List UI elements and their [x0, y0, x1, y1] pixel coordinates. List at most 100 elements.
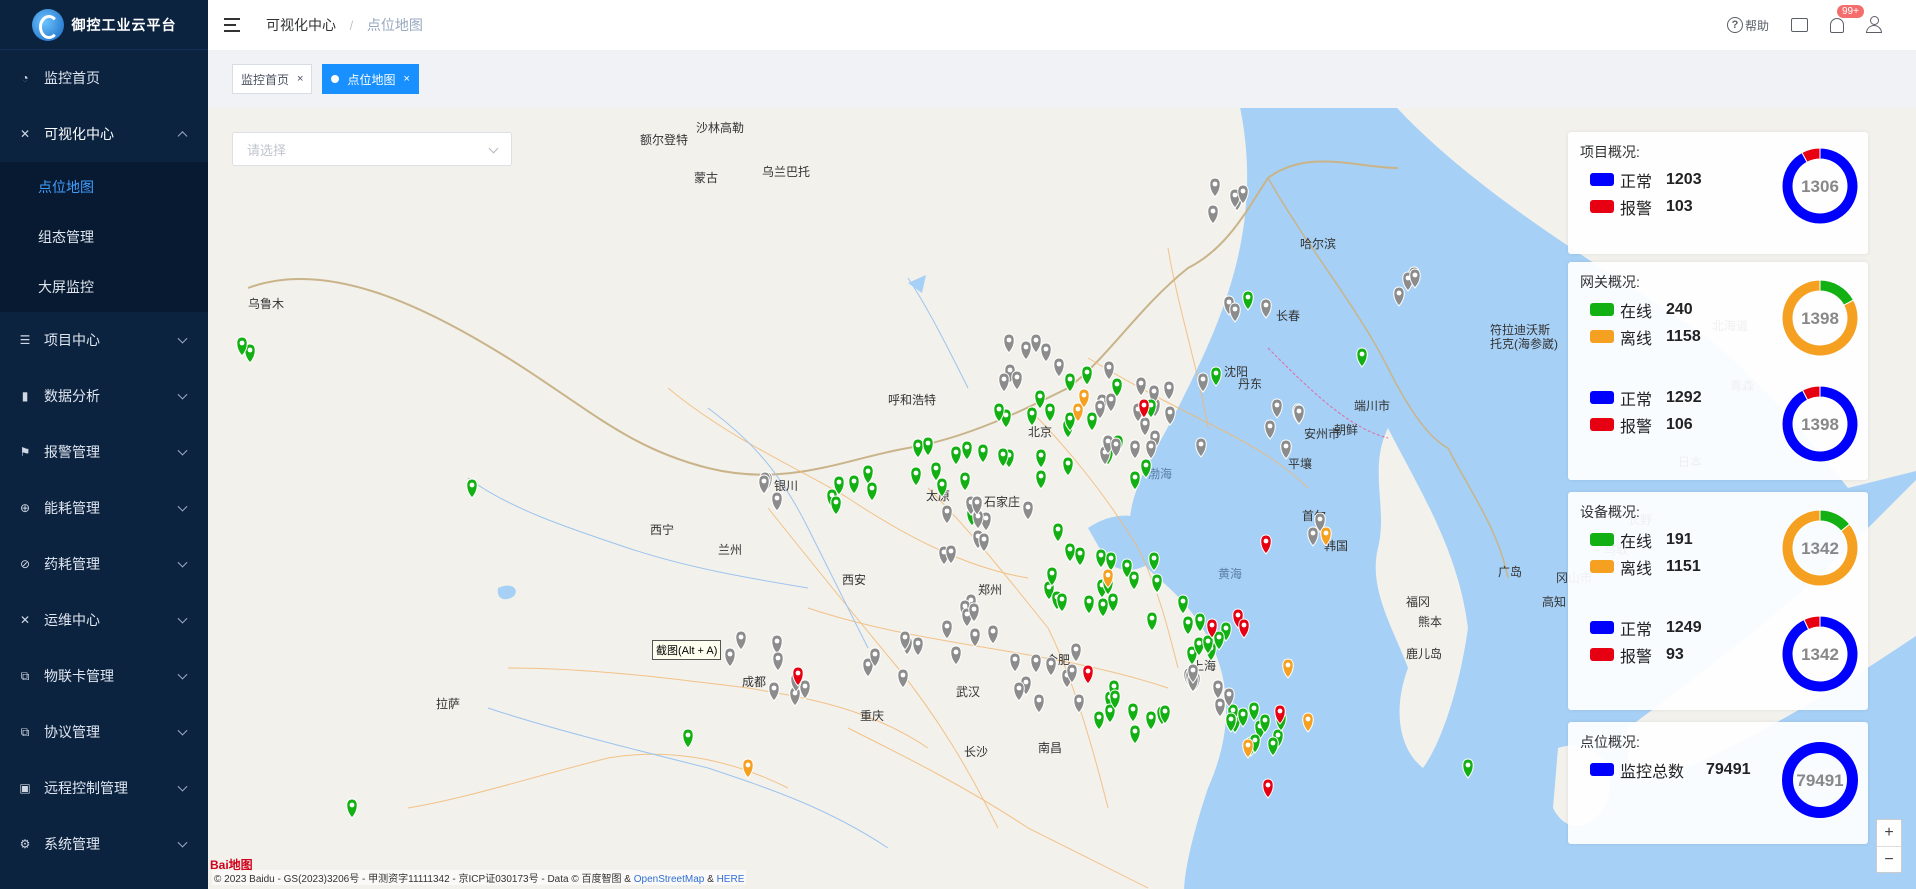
map-marker-pin[interactable]: [1034, 389, 1046, 410]
map-marker-pin[interactable]: [1129, 724, 1141, 745]
tag-monitor-home[interactable]: 监控首页 ×: [232, 64, 313, 94]
close-icon[interactable]: ×: [297, 73, 303, 85]
map-marker-pin[interactable]: [1053, 357, 1065, 378]
map-marker-pin[interactable]: [1209, 177, 1221, 198]
map-marker-pin[interactable]: [1105, 392, 1117, 413]
submenu-item-configuration[interactable]: 组态管理: [0, 212, 208, 262]
map-marker-pin[interactable]: [922, 436, 934, 457]
map-marker-pin[interactable]: [1013, 681, 1025, 702]
menu-item-data-analysis[interactable]: ▮ 数据分析: [0, 368, 208, 424]
map-marker-pin[interactable]: [346, 798, 358, 819]
map-marker-pin[interactable]: [1093, 710, 1105, 731]
map-marker-pin[interactable]: [961, 440, 973, 461]
map-marker-pin[interactable]: [1107, 592, 1119, 613]
menu-item-alarm[interactable]: ⚑ 报警管理: [0, 424, 208, 480]
map-marker-pin[interactable]: [735, 630, 747, 651]
map-marker-pin[interactable]: [1177, 594, 1189, 615]
map-marker-pin[interactable]: [1009, 652, 1021, 673]
map-marker-pin[interactable]: [941, 504, 953, 525]
map-marker-pin[interactable]: [1035, 448, 1047, 469]
map-marker-pin[interactable]: [1127, 702, 1139, 723]
map-marker-pin[interactable]: [998, 372, 1010, 393]
map-marker-pin[interactable]: [1081, 365, 1093, 386]
map-marker-pin[interactable]: [1103, 360, 1115, 381]
app-logo[interactable]: 御控工业云平台: [0, 0, 208, 50]
map-marker-pin[interactable]: [1045, 656, 1057, 677]
tag-point-map[interactable]: 点位地图 ×: [322, 64, 419, 94]
map-marker-pin[interactable]: [950, 645, 962, 666]
map-marker-pin[interactable]: [987, 624, 999, 645]
map-marker-pin[interactable]: [862, 464, 874, 485]
bell-icon[interactable]: 99+: [1830, 4, 1864, 33]
map-marker-pin[interactable]: [1035, 469, 1047, 490]
map-marker-pin[interactable]: [1214, 697, 1226, 718]
menu-item-protocol[interactable]: ⧉ 协议管理: [0, 704, 208, 760]
user-menu-icon[interactable]: [1866, 16, 1888, 34]
map-marker-pin[interactable]: [1064, 542, 1076, 563]
map-marker-pin[interactable]: [830, 495, 842, 516]
map-marker-pin[interactable]: [742, 758, 754, 779]
map-marker-pin[interactable]: [771, 491, 783, 512]
map-marker-pin[interactable]: [1151, 573, 1163, 594]
project-select[interactable]: 请选择: [232, 132, 512, 166]
map-marker-pin[interactable]: [1022, 500, 1034, 521]
map-marker-pin[interactable]: [1083, 594, 1095, 615]
map-marker-pin[interactable]: [959, 471, 971, 492]
menu-item-monitor-home[interactable]: ◔ 监控首页: [0, 50, 208, 106]
map-marker-pin[interactable]: [1040, 342, 1052, 363]
map-marker-pin[interactable]: [1020, 340, 1032, 361]
menu-item-energy[interactable]: ⊕ 能耗管理: [0, 480, 208, 536]
map-marker-pin[interactable]: [912, 438, 924, 459]
map-marker-pin[interactable]: [1062, 456, 1074, 477]
map-marker-pin[interactable]: [771, 634, 783, 655]
point-map[interactable]: 额尔登特 沙林高勒 蒙古 乌兰巴托 哈尔滨 长春 符拉迪沃斯 托克(海参崴) 乌鲁木 呼和浩特 北京…: [208, 108, 1916, 889]
map-marker-pin[interactable]: [466, 478, 478, 499]
map-marker-pin[interactable]: [1095, 548, 1107, 569]
map-marker-pin[interactable]: [1207, 204, 1219, 225]
map-marker-pin[interactable]: [1105, 551, 1117, 572]
map-marker-pin[interactable]: [912, 636, 924, 657]
zoom-in-button[interactable]: +: [1877, 820, 1901, 846]
map-marker-pin[interactable]: [1097, 597, 1109, 618]
map-marker-pin[interactable]: [682, 728, 694, 749]
map-marker-pin[interactable]: [1003, 333, 1015, 354]
map-marker-pin[interactable]: [1145, 710, 1157, 731]
map-marker-pin[interactable]: [1074, 546, 1086, 567]
map-marker-pin[interactable]: [969, 627, 981, 648]
map-marker-pin[interactable]: [772, 651, 784, 672]
menu-item-medicine[interactable]: ⊘ 药耗管理: [0, 536, 208, 592]
map-marker-pin[interactable]: [897, 668, 909, 689]
map-marker-pin[interactable]: [941, 619, 953, 640]
attribution-link[interactable]: HERE: [717, 874, 745, 885]
map-marker-pin[interactable]: [866, 481, 878, 502]
map-marker-pin[interactable]: [978, 532, 990, 553]
map-marker-pin[interactable]: [910, 466, 922, 487]
message-icon[interactable]: [1791, 18, 1808, 32]
map-marker-pin[interactable]: [1163, 380, 1175, 401]
map-marker-pin[interactable]: [1135, 376, 1147, 397]
map-marker-pin[interactable]: [1011, 370, 1023, 391]
menu-item-visualization[interactable]: ✕ 可视化中心: [0, 106, 208, 162]
submenu-item-bigscreen[interactable]: 大屏监控: [0, 262, 208, 312]
map-marker-pin[interactable]: [1052, 522, 1064, 543]
menu-item-system[interactable]: ⚙ 系统管理: [0, 816, 208, 872]
map-marker-pin[interactable]: [1044, 402, 1056, 423]
attribution-link[interactable]: OpenStreetMap: [634, 874, 705, 885]
map-marker-pin[interactable]: [768, 681, 780, 702]
submenu-item-point-map[interactable]: 点位地图: [0, 162, 208, 212]
map-marker-pin[interactable]: [1030, 333, 1042, 354]
map-marker-pin[interactable]: [1212, 679, 1224, 700]
close-icon[interactable]: ×: [403, 73, 409, 85]
menu-item-ops[interactable]: ✕ 运维中心: [0, 592, 208, 648]
breadcrumb-item[interactable]: 可视化中心: [266, 17, 336, 33]
zoom-out-button[interactable]: −: [1877, 846, 1901, 872]
map-marker-pin[interactable]: [1073, 693, 1085, 714]
map-marker-pin[interactable]: [1129, 439, 1141, 460]
map-marker-pin[interactable]: [977, 443, 989, 464]
map-marker-pin[interactable]: [1033, 693, 1045, 714]
map-marker-pin[interactable]: [758, 474, 770, 495]
map-marker-pin[interactable]: [1026, 406, 1038, 427]
map-marker-pin[interactable]: [1182, 615, 1194, 636]
menu-item-project-center[interactable]: ☰ 项目中心: [0, 312, 208, 368]
menu-item-iot-card[interactable]: ⧉ 物联卡管理: [0, 648, 208, 704]
